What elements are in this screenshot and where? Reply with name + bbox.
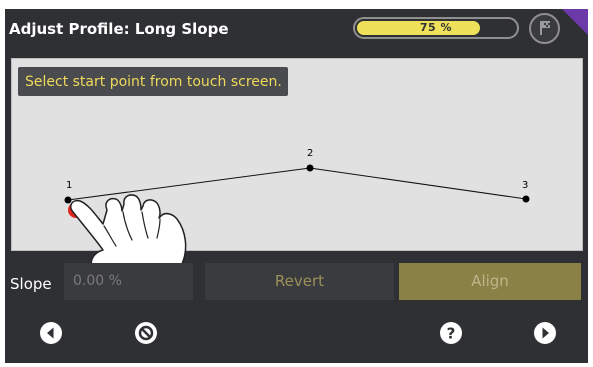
slope-label: Slope: [10, 275, 52, 293]
profile-point-1[interactable]: [64, 196, 72, 204]
align-button[interactable]: Align: [399, 263, 581, 300]
no-entry-icon: [138, 325, 154, 341]
point-label-1: 1: [66, 180, 72, 191]
forward-button[interactable]: [534, 322, 556, 344]
point-label-3: 3: [522, 180, 528, 191]
help-button[interactable]: ?: [440, 322, 462, 344]
point-label-2: 2: [307, 148, 313, 159]
arrow-right-icon: [542, 327, 549, 339]
corner-marker: [562, 9, 588, 35]
back-button[interactable]: [40, 322, 62, 344]
instruction-message: Select start point from touch screen.: [18, 67, 288, 96]
cancel-button[interactable]: [135, 322, 157, 344]
flag-icon: [540, 21, 550, 35]
progress-bar: 75 %: [353, 17, 519, 39]
progress-label: 75 %: [419, 21, 453, 34]
finish-flag-button[interactable]: [529, 13, 560, 44]
page-title: Adjust Profile: Long Slope: [9, 20, 229, 38]
profile-point-3[interactable]: [522, 195, 530, 203]
profile-point-2[interactable]: [306, 164, 314, 172]
arrow-left-icon: [47, 327, 54, 339]
question-icon: ?: [447, 325, 456, 343]
revert-button[interactable]: Revert: [205, 263, 394, 300]
selected-point-marker: [68, 202, 84, 218]
profile-line: [67, 167, 527, 201]
svg-text:?: ?: [447, 325, 456, 343]
slope-input[interactable]: 0.00 %: [64, 263, 193, 300]
